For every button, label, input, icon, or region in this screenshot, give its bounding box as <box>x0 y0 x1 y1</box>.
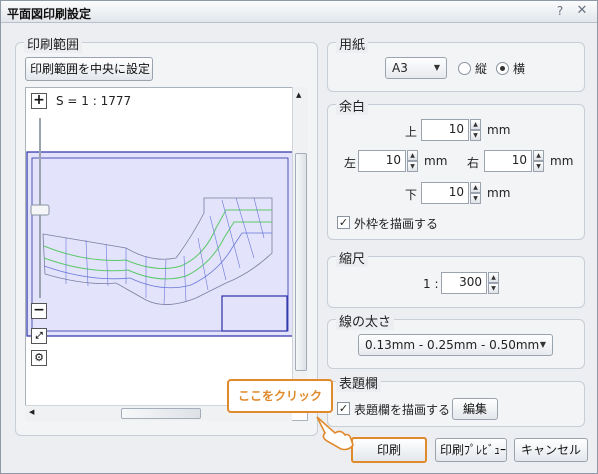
margin-top-input[interactable]: 10 <box>421 119 469 141</box>
margin-bottom-label: 下 <box>405 188 418 202</box>
line-width-select[interactable]: 0.13mm - 0.25mm - 0.50mm ▼ <box>358 334 553 356</box>
margin-left-label: 左 <box>344 156 357 170</box>
margin-top-stepper[interactable]: ▲ ▼ <box>470 119 481 141</box>
outer-frame-checkbox[interactable]: ✓ <box>337 216 350 229</box>
paper-size-select[interactable]: A3 ▼ <box>385 57 447 79</box>
pointing-hand-icon <box>316 416 354 451</box>
zoom-slider-thumb <box>30 204 50 216</box>
margin-right-label: 右 <box>467 156 480 170</box>
margin-right-stepper[interactable]: ▲ ▼ <box>533 150 544 172</box>
window-title: 平面図印刷設定 <box>7 7 92 21</box>
center-print-range-button[interactable]: 印刷範囲を中央に設定 <box>25 57 153 81</box>
scale-prefix: 1 : <box>423 277 439 291</box>
preview-drawing <box>26 118 292 337</box>
landscape-radio[interactable] <box>496 62 509 75</box>
margin-bottom-stepper[interactable]: ▲ ▼ <box>470 182 481 204</box>
margin-bottom-input[interactable]: 10 <box>421 182 469 204</box>
vertical-scroll-thumb[interactable] <box>295 153 307 371</box>
margin-top-label: 上 <box>405 125 418 139</box>
print-settings-dialog: 平面図印刷設定 ? ✕ 印刷範囲 印刷範囲を中央に設定 S = 1 : 1777 <box>0 0 598 474</box>
margin-left-unit: mm <box>424 154 448 168</box>
margin-left-value: 10 <box>385 153 401 167</box>
close-icon[interactable]: ✕ <box>573 3 591 19</box>
title-block-draw-label: 表題欄を描画する <box>354 403 451 417</box>
zoom-in-button[interactable]: + <box>31 93 47 109</box>
paper-size-value: A3 <box>392 61 408 75</box>
portrait-radio[interactable] <box>458 62 471 75</box>
margin-right-unit: mm <box>550 154 574 168</box>
scale-value: 300 <box>459 275 482 289</box>
portrait-label: 縦 <box>475 62 488 76</box>
margin-bottom-value: 10 <box>448 185 464 199</box>
outer-frame-label: 外枠を描画する <box>354 217 439 231</box>
title-bar: 平面図印刷設定 ? ✕ <box>1 1 597 23</box>
settings-gear-icon[interactable]: ⚙ <box>31 350 47 366</box>
margin-left-input[interactable]: 10 <box>358 150 406 172</box>
horizontal-scroll-thumb[interactable] <box>121 408 201 419</box>
scale-stepper[interactable]: ▲ ▼ <box>488 272 499 294</box>
cancel-button[interactable]: キャンセル <box>514 438 588 462</box>
margin-left-stepper[interactable]: ▲ ▼ <box>407 150 418 172</box>
fit-extent-icon[interactable]: ⤢ <box>31 328 47 344</box>
print-preview-canvas[interactable]: S = 1 : 1777 + − ⤢ ⚙ <box>25 87 308 421</box>
scroll-up-arrow-icon[interactable]: ▲ <box>296 91 301 99</box>
chevron-down-icon: ▼ <box>433 63 440 72</box>
print-preview-button[interactable]: 印刷ﾌﾟﾚﾋﾞｭｰ <box>435 438 507 462</box>
landscape-label: 横 <box>513 62 526 76</box>
line-width-value: 0.13mm - 0.25mm - 0.50mm <box>365 338 540 352</box>
line-width-label: 線の太さ <box>336 311 395 330</box>
margin-bottom-unit: mm <box>487 186 511 200</box>
chevron-down-icon: ▼ <box>539 340 546 349</box>
margin-right-value: 10 <box>511 153 527 167</box>
scale-label: 縮尺 <box>336 248 369 267</box>
margin-top-value: 10 <box>448 122 464 136</box>
margin-right-input[interactable]: 10 <box>484 150 532 172</box>
margin-label: 余白 <box>336 96 369 115</box>
paper-group: 用紙 <box>327 34 585 92</box>
paper-label: 用紙 <box>336 34 369 53</box>
paper-frame <box>26 151 292 337</box>
title-block-label: 表題欄 <box>336 373 382 392</box>
print-button[interactable]: 印刷 <box>351 437 427 463</box>
zoom-out-button[interactable]: − <box>31 303 47 319</box>
scroll-left-arrow-icon[interactable]: ◀ <box>29 408 34 416</box>
print-range-label: 印刷範囲 <box>24 34 83 53</box>
preview-vertical-scrollbar[interactable]: ▲ <box>292 87 308 405</box>
edit-title-block-button[interactable]: 編集 <box>452 398 498 420</box>
scale-input[interactable]: 300 <box>441 272 487 294</box>
help-icon[interactable]: ? <box>552 3 568 19</box>
margin-top-unit: mm <box>487 123 511 137</box>
click-here-callout: ここをクリック <box>227 379 333 413</box>
